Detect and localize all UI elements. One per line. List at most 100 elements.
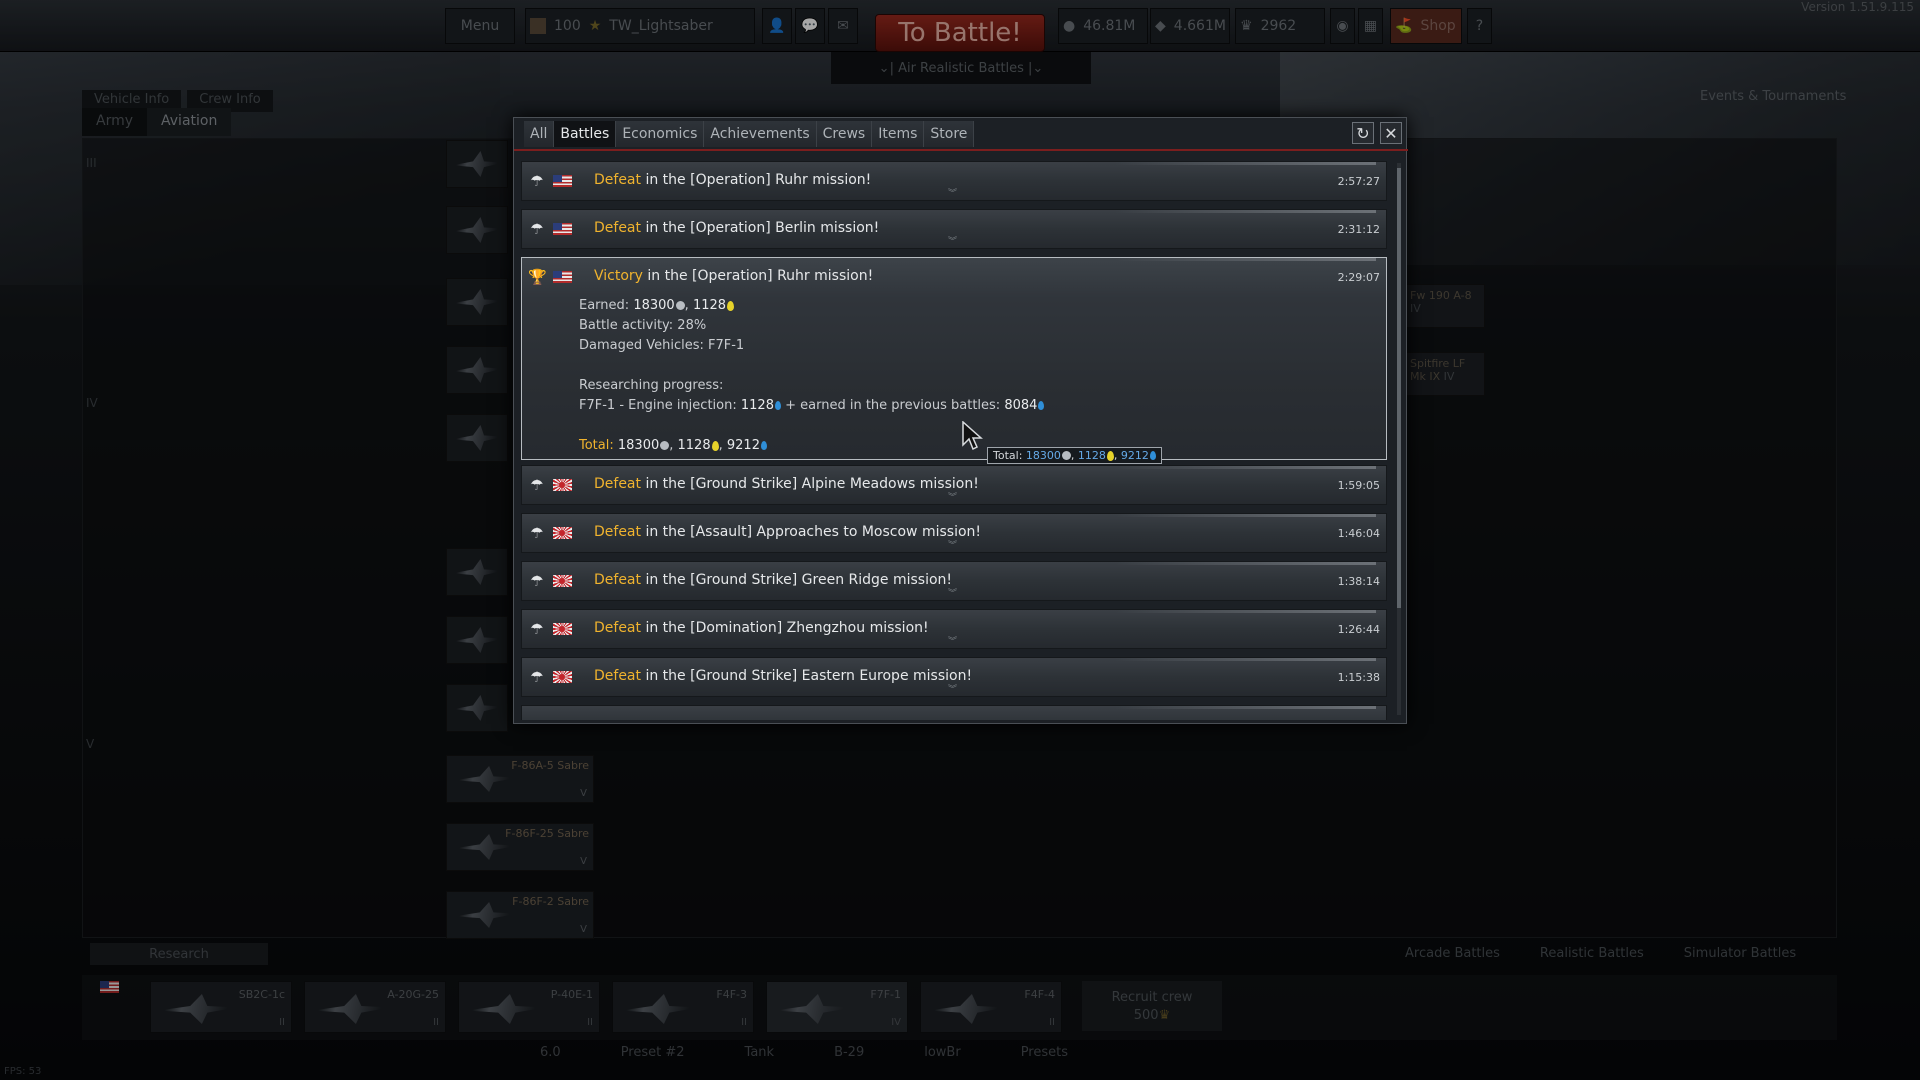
refresh-button[interactable]: ↻ bbox=[1352, 122, 1374, 144]
research-module: F7F-1 - Engine injection: bbox=[579, 398, 737, 413]
battle-log-list[interactable]: ☂ Defeat in the [Operation] Ruhr mission… bbox=[521, 161, 1393, 720]
entry-text: Defeat in the [Operation] Berlin mission… bbox=[594, 220, 879, 236]
entry-mission: in the [Domination] Zhengzhou mission! bbox=[641, 620, 929, 636]
parachute-icon: ☂ bbox=[530, 620, 544, 638]
damaged-vehicles: Damaged Vehicles: F7F-1 bbox=[579, 338, 745, 353]
entry-result: Defeat bbox=[594, 172, 642, 188]
list-item-expanded[interactable]: 🏆 Victory in the [Operation] Ruhr missio… bbox=[521, 257, 1387, 460]
earned-silver: 18300 bbox=[633, 298, 675, 313]
entry-mission: in the [Operation] Berlin mission! bbox=[641, 220, 880, 236]
total-silver: 18300 bbox=[617, 438, 660, 453]
entry-mission: in the [Ground Strike] Green Ridge missi… bbox=[641, 572, 953, 588]
silver-lion-icon bbox=[1061, 451, 1071, 460]
game-screen: Menu 100 ★ TW_Lightsaber 👤 💬 ✉ ● 46.81M ◆… bbox=[0, 0, 1920, 1080]
notifications-window: All Battles Economics Achievements Crews… bbox=[513, 117, 1408, 724]
entry-time: 2:57:27 bbox=[1337, 175, 1380, 188]
tab-crews[interactable]: Crews bbox=[816, 121, 873, 147]
usa-flag-icon bbox=[553, 175, 572, 187]
close-icon: ✕ bbox=[1384, 123, 1398, 143]
research-previous-value: 8084 bbox=[1004, 398, 1038, 413]
scrollbar-thumb[interactable] bbox=[1397, 168, 1401, 608]
expand-chevron-icon[interactable]: ︾ bbox=[948, 538, 957, 551]
expand-chevron-icon[interactable]: ︾ bbox=[948, 186, 957, 199]
tooltip-label: Total: bbox=[993, 449, 1023, 462]
japan-flag-icon bbox=[553, 575, 572, 587]
tooltip-rp: 1128 bbox=[1077, 449, 1106, 462]
usa-flag-icon bbox=[553, 223, 572, 235]
entry-text: Defeat in the [Domination] Zhengzhou mis… bbox=[594, 620, 929, 636]
row-sheen bbox=[1116, 514, 1376, 517]
row-sheen bbox=[1116, 706, 1376, 709]
tab-store[interactable]: Store bbox=[924, 121, 975, 147]
list-item[interactable]: ☂ Defeat in the [Domination] Zhengzhou m… bbox=[521, 609, 1387, 649]
expand-chevron-icon[interactable]: ︾ bbox=[948, 682, 957, 695]
usa-flag-icon bbox=[553, 271, 572, 283]
entry-time: 1:46:04 bbox=[1337, 527, 1380, 540]
entry-time: 1:15:38 bbox=[1337, 671, 1380, 684]
parachute-icon: ☂ bbox=[530, 476, 544, 494]
research-progress-line: F7F-1 - Engine injection: 1128 + earned … bbox=[579, 398, 1045, 413]
parachute-icon: ☂ bbox=[530, 572, 544, 590]
row-sheen bbox=[1116, 210, 1376, 213]
entry-text: Defeat in the [Ground Strike] Alpine Mea… bbox=[594, 476, 979, 492]
silver-lion-icon bbox=[660, 441, 670, 450]
entry-result: Victory bbox=[594, 268, 643, 284]
parachute-icon: ☂ bbox=[530, 668, 544, 686]
japan-flag-icon bbox=[553, 479, 572, 491]
convertible-rp-icon bbox=[774, 401, 781, 410]
refresh-icon: ↻ bbox=[1356, 123, 1370, 143]
total-label: Total: bbox=[579, 438, 614, 453]
convertible-rp-icon bbox=[760, 441, 767, 450]
entry-mission: in the [Ground Strike] Alpine Meadows mi… bbox=[641, 476, 979, 492]
tab-items[interactable]: Items bbox=[872, 121, 925, 147]
tab-all[interactable]: All bbox=[524, 121, 555, 147]
entry-result: Defeat bbox=[594, 668, 642, 684]
tab-economics[interactable]: Economics bbox=[616, 121, 705, 147]
entry-text: Defeat in the [Assault] Approaches to Mo… bbox=[594, 524, 981, 540]
expand-chevron-icon[interactable]: ︾ bbox=[948, 634, 957, 647]
japan-flag-icon bbox=[553, 527, 572, 539]
list-item[interactable]: ☂ Defeat in the [Ground Strike] Green Ri… bbox=[521, 561, 1387, 601]
entry-time: 1:26:44 bbox=[1337, 623, 1380, 636]
parachute-icon: ☂ bbox=[530, 220, 544, 238]
tooltip-crp: 9212 bbox=[1120, 449, 1149, 462]
tooltip-silver: 18300 bbox=[1025, 449, 1061, 462]
row-sheen bbox=[1116, 610, 1376, 613]
close-button[interactable]: ✕ bbox=[1380, 122, 1402, 144]
entry-result: Defeat bbox=[594, 572, 642, 588]
parachute-icon: ☂ bbox=[530, 524, 544, 542]
research-point-icon bbox=[711, 440, 719, 451]
entry-mission: in the [Operation] Ruhr mission! bbox=[641, 172, 872, 188]
list-item[interactable]: ☂ Defeat in the [Ground Strike] Eastern … bbox=[521, 657, 1387, 697]
entry-result: Defeat bbox=[594, 524, 642, 540]
tab-divider bbox=[514, 149, 1408, 151]
entry-result: Defeat bbox=[594, 476, 642, 492]
entry-mission: in the [Assault] Approaches to Moscow mi… bbox=[641, 524, 982, 540]
list-item[interactable] bbox=[521, 705, 1387, 720]
entry-text: Defeat in the [Ground Strike] Eastern Eu… bbox=[594, 668, 972, 684]
list-item[interactable]: ☂ Defeat in the [Assault] Approaches to … bbox=[521, 513, 1387, 553]
earned-rp: 1128 bbox=[692, 298, 727, 313]
expand-chevron-icon[interactable]: ︾ bbox=[948, 586, 957, 599]
earned-label: Earned: bbox=[579, 298, 630, 313]
list-item[interactable]: ☂ Defeat in the [Operation] Ruhr mission… bbox=[521, 161, 1387, 201]
entry-mission: in the [Ground Strike] Eastern Europe mi… bbox=[641, 668, 973, 684]
list-item[interactable]: ☂ Defeat in the [Operation] Berlin missi… bbox=[521, 209, 1387, 249]
list-item[interactable]: ☂ Defeat in the [Ground Strike] Alpine M… bbox=[521, 465, 1387, 505]
row-sheen bbox=[1116, 258, 1376, 261]
total-rp: 1128 bbox=[677, 438, 711, 453]
total-tooltip: Total: 18300, 1128, 9212 bbox=[987, 447, 1162, 464]
research-progress-label: Researching progress: bbox=[579, 378, 724, 393]
entry-time: 2:29:07 bbox=[1337, 271, 1380, 284]
tab-achievements[interactable]: Achievements bbox=[704, 121, 817, 147]
notification-tabs: All Battles Economics Achievements Crews… bbox=[524, 121, 975, 147]
entry-time: 2:31:12 bbox=[1337, 223, 1380, 236]
tab-battles[interactable]: Battles bbox=[554, 121, 617, 147]
research-rp: 1128 bbox=[740, 398, 774, 413]
silver-lion-icon bbox=[675, 301, 685, 310]
parachute-icon: ☂ bbox=[530, 172, 544, 190]
expand-chevron-icon[interactable]: ︾ bbox=[948, 490, 957, 503]
row-sheen bbox=[1116, 162, 1376, 165]
row-sheen bbox=[1116, 658, 1376, 661]
expand-chevron-icon[interactable]: ︾ bbox=[948, 234, 957, 247]
